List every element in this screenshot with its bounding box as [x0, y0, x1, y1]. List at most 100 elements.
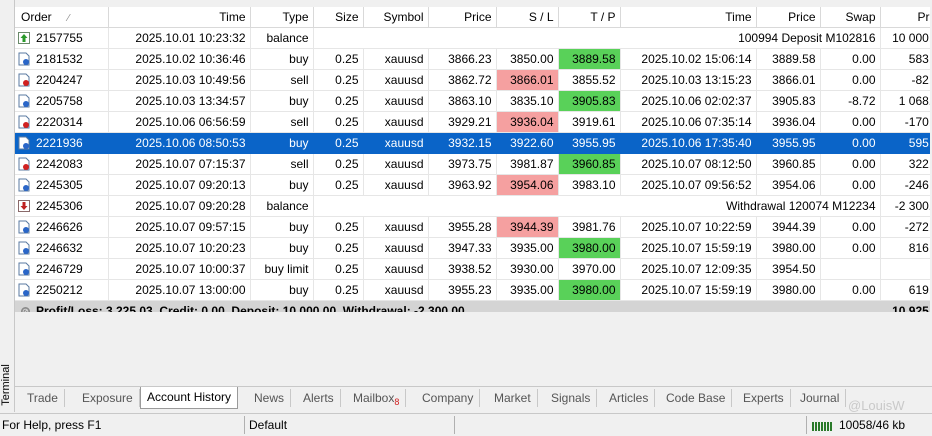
history-row[interactable]: 2221936 2025.10.06 08:50:53 buy 0.25 xauusd 3… [15, 132, 930, 154]
balance-icon [18, 31, 30, 45]
sell-order-icon [18, 157, 30, 171]
history-row[interactable]: 2245305 2025.10.07 09:20:13 buy 0.25 xauusd 3… [15, 174, 930, 196]
cell-profit: 583.75 [880, 48, 930, 70]
cell-order: 2245305 [15, 174, 109, 196]
cell-comment: 100994 Deposit M102816 [313, 27, 881, 49]
buy-order-icon [18, 52, 30, 66]
buy-order-icon [18, 178, 30, 192]
history-row[interactable]: 2242083 2025.10.07 07:15:37 sell 0.25 xauusd… [15, 153, 930, 175]
cell-size: 0.25 [313, 216, 364, 238]
cell-order: 2250212 [15, 279, 109, 301]
cell-ctime: 2025.10.03 13:15:23 [620, 69, 757, 91]
history-row[interactable]: 2246632 2025.10.07 10:20:23 buy 0.25 xauusd 3… [15, 237, 930, 259]
status-profile[interactable]: Default [249, 418, 287, 432]
order-number: 2245306 [36, 198, 83, 213]
cell-tp: 3960.85 [558, 153, 621, 175]
column-header-order[interactable]: Order ⁄ [15, 7, 109, 28]
cell-type: balance [250, 27, 314, 49]
tab-articles[interactable]: Articles [603, 389, 656, 407]
cell-type: buy [250, 237, 314, 259]
tab-trade[interactable]: Trade [21, 389, 65, 407]
buy-order-icon [18, 283, 30, 297]
cell-ctime: 2025.10.06 02:02:37 [620, 90, 757, 112]
cell-time: 2025.10.03 13:34:57 [108, 90, 251, 112]
cell-size: 0.25 [313, 174, 364, 196]
sell-order-icon [18, 115, 30, 129]
cell-price: 3973.75 [428, 153, 497, 175]
order-number: 2246729 [36, 261, 83, 276]
tab-label: Mailbox [353, 391, 395, 405]
order-number: 2246626 [36, 219, 83, 234]
column-header-ctime[interactable]: Time [620, 7, 757, 28]
history-row[interactable]: 2250212 2025.10.07 13:00:00 buy 0.25 xauusd 3… [15, 279, 930, 301]
cell-time: 2025.10.01 10:23:32 [108, 27, 251, 49]
cell-sl: 3981.87 [496, 153, 559, 175]
tab-label: Experts [743, 391, 784, 405]
column-header-swap[interactable]: Swap [820, 7, 881, 28]
tab-exposure[interactable]: Exposure [76, 389, 140, 407]
tab-mailbox[interactable]: Mailbox8 [347, 389, 407, 407]
cell-size: 0.25 [313, 237, 364, 259]
cell-ctime: 2025.10.07 12:09:35 [620, 258, 757, 280]
buy-order-icon [18, 94, 30, 108]
tab-market[interactable]: Market [488, 389, 538, 407]
status-divider [454, 416, 455, 434]
history-row[interactable]: 2246626 2025.10.07 09:57:15 buy 0.25 xauusd 3… [15, 216, 930, 238]
tab-experts[interactable]: Experts [737, 389, 791, 407]
column-header-size[interactable]: Size [313, 7, 364, 28]
tab-label: Journal [800, 391, 840, 405]
column-header-tp[interactable]: T / P [558, 7, 621, 28]
cell-price: 3947.33 [428, 237, 497, 259]
column-header-time[interactable]: Time [108, 7, 251, 28]
tab-company[interactable]: Company [416, 389, 481, 407]
tab-signals[interactable]: Signals [545, 389, 598, 407]
column-header-cprice[interactable]: Price [756, 7, 821, 28]
cell-swap: 0.00 [820, 69, 881, 91]
history-row[interactable]: 2204247 2025.10.03 10:49:56 sell 0.25 xauusd… [15, 69, 930, 91]
cell-time: 2025.10.07 09:20:13 [108, 174, 251, 196]
cell-cprice: 3866.01 [756, 69, 821, 91]
tab-alerts[interactable]: Alerts [297, 389, 341, 407]
history-row[interactable]: 2220314 2025.10.06 06:56:59 sell 0.25 xauusd… [15, 111, 930, 133]
history-row[interactable]: 2246729 2025.10.07 10:00:37 buy limit 0.25 x… [15, 258, 930, 280]
cell-symbol: xauusd [363, 153, 429, 175]
history-row[interactable]: 2181532 2025.10.02 10:36:46 buy 0.25 xauusd 3… [15, 48, 930, 70]
cell-ctime: 2025.10.02 15:06:14 [620, 48, 757, 70]
cell-size: 0.25 [313, 258, 364, 280]
cell-order: 2181532 [15, 48, 109, 70]
order-number: 2221936 [36, 135, 83, 150]
cell-profit: 595.00 [880, 132, 930, 154]
cell-type: buy [250, 216, 314, 238]
cell-type: sell [250, 69, 314, 91]
terminal-side-strip[interactable]: Terminal [0, 0, 15, 412]
column-header-price[interactable]: Price [428, 7, 497, 28]
summary-text-cell: ⊘ Profit/Loss: 3 225.03 Credit: 0.00 Depo… [15, 300, 881, 312]
tab-code-base[interactable]: Code Base [660, 389, 733, 407]
column-header-sl[interactable]: S / L [496, 7, 559, 28]
history-row[interactable]: 2157755 2025.10.01 10:23:32 balance 100994 … [15, 27, 930, 49]
cell-time: 2025.10.06 06:56:59 [108, 111, 251, 133]
cell-price: 3866.23 [428, 48, 497, 70]
cell-symbol: xauusd [363, 237, 429, 259]
cell-swap [820, 258, 881, 280]
column-header-profit[interactable]: Profit [880, 7, 930, 28]
cell-order: 2205758 [15, 90, 109, 112]
column-header-type[interactable]: Type [250, 7, 314, 28]
cell-time: 2025.10.07 09:57:15 [108, 216, 251, 238]
tab-label: Company [422, 391, 474, 405]
cell-swap: 0.00 [820, 153, 881, 175]
cell-ctime: 2025.10.06 07:35:14 [620, 111, 757, 133]
history-row[interactable]: 2245306 2025.10.07 09:20:28 balance Withdra… [15, 195, 930, 217]
cell-type: buy [250, 132, 314, 154]
cell-profit: 816.75 [880, 237, 930, 259]
column-header-symbol[interactable]: Symbol [363, 7, 429, 28]
order-number: 2242083 [36, 156, 83, 171]
cell-tp: 3981.76 [558, 216, 621, 238]
tab-news[interactable]: News [248, 389, 292, 407]
tab-account-history[interactable]: Account History [140, 387, 239, 409]
cell-type: balance [250, 195, 314, 217]
status-divider [244, 416, 245, 434]
cell-swap: 0.00 [820, 216, 881, 238]
tab-journal[interactable]: Journal [794, 389, 847, 407]
history-row[interactable]: 2205758 2025.10.03 13:34:57 buy 0.25 xauusd 3… [15, 90, 930, 112]
